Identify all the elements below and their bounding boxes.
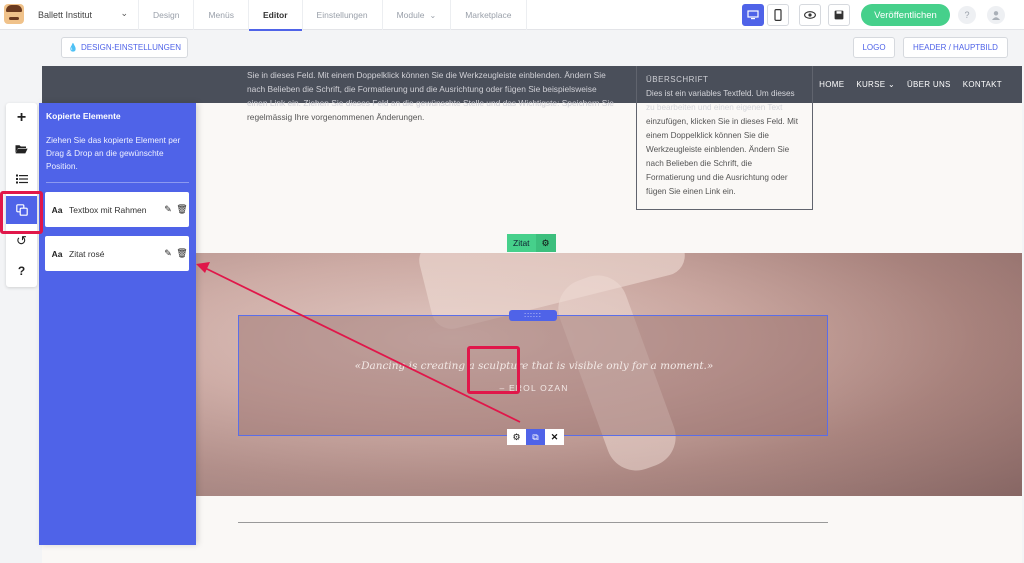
history-icon: ↺: [16, 233, 27, 248]
copied-element-item[interactable]: Aa Zitat rosé ✎ 🗑: [45, 236, 189, 271]
structure-list-button[interactable]: [6, 165, 37, 193]
divider: [238, 522, 828, 523]
panel-title: Kopierte Elemente: [46, 111, 121, 121]
user-avatar-logo[interactable]: [4, 4, 24, 24]
site-nav-kontakt[interactable]: KONTAKT: [963, 80, 1002, 89]
site-name: Ballett Institut: [38, 10, 93, 20]
box-line: nach Belieben die Schrift, die: [646, 159, 753, 168]
tab-module[interactable]: Module ⌄: [381, 0, 451, 30]
drag-handle[interactable]: ::::::: [509, 310, 557, 321]
preview-button[interactable]: [799, 4, 821, 26]
gear-icon[interactable]: ⚙: [535, 234, 556, 252]
text-line: regelmässig Ihre vorgenommenen Änderunge…: [247, 112, 425, 122]
box-line: Dies ist ein variables Textfeld. Um dies…: [646, 89, 795, 98]
element-settings-button[interactable]: ⚙: [507, 429, 526, 445]
desktop-icon: [747, 10, 759, 20]
save-icon: [834, 10, 844, 20]
quote-text: «Dancing is creating a sculpture that is…: [354, 360, 714, 372]
eye-icon: [804, 11, 816, 19]
chevron-down-icon: ⌄: [120, 8, 128, 18]
highlight-copied-elements-button: [0, 191, 43, 234]
desktop-view-button[interactable]: [742, 4, 764, 26]
tab-design[interactable]: Design: [138, 0, 193, 30]
copied-elements-panel: Kopierte Elemente Ziehen Sie das kopiert…: [39, 103, 196, 545]
design-settings-button[interactable]: 💧 DESIGN-EINSTELLUNGEN: [61, 37, 188, 58]
copied-element-name: Zitat rosé: [69, 248, 105, 259]
logo-button[interactable]: LOGO: [853, 37, 895, 58]
tab-einstellungen[interactable]: Einstellungen: [301, 0, 382, 30]
text-line: einen Link ein. Ziehen Sie dieses Feld a…: [247, 98, 614, 108]
panel-description: Ziehen Sie das kopierte Element per Drag…: [46, 135, 181, 171]
text-type-icon: Aa: [51, 204, 63, 215]
gear-icon: ⚙: [512, 431, 521, 442]
element-toolbar: ⚙ ⧉ ✕: [507, 429, 564, 445]
list-icon: [15, 174, 28, 184]
text-line: Sie in dieses Feld. Mit einem Doppelklic…: [247, 70, 606, 80]
site-nav-kurse[interactable]: KURSE ⌄: [856, 80, 895, 89]
tab-marketplace[interactable]: Marketplace: [450, 0, 527, 30]
pencil-icon[interactable]: ✎: [161, 204, 175, 215]
help-tool-button[interactable]: ?: [6, 257, 37, 285]
drop-icon: 💧: [68, 43, 78, 52]
text-block[interactable]: Sie in dieses Feld. Mit einem Doppelklic…: [247, 68, 617, 124]
box-line: zu bearbeiten und einen eigenen Text: [646, 103, 783, 112]
pencil-icon[interactable]: ✎: [161, 248, 175, 259]
box-line: fügen Sie einen Link ein.: [646, 187, 736, 196]
site-nav-home[interactable]: HOME: [819, 80, 844, 89]
quote-element[interactable]: :::::: «Dancing is creating a sculpture …: [238, 310, 828, 445]
text-line: nach Belieben die Schrift, die Formatier…: [247, 84, 597, 94]
copy-icon: ⧉: [532, 431, 539, 442]
close-icon: ✕: [550, 431, 559, 442]
mobile-icon: [774, 9, 782, 21]
publish-button[interactable]: Veröffentlichen: [861, 4, 950, 26]
save-button[interactable]: [828, 4, 850, 26]
user-icon: [992, 11, 1000, 20]
section-tag[interactable]: Zitat ⚙: [507, 234, 556, 252]
site-nav: HOME KURSE ⌄ ÜBER UNS KONTAKT: [819, 80, 1002, 89]
highlight-copy-button: [467, 346, 520, 394]
main-nav-tabs: Design Menüs Editor Einstellungen Module…: [138, 0, 527, 31]
trash-icon[interactable]: 🗑: [175, 204, 189, 215]
header-image-button[interactable]: HEADER / HAUPTBILD: [903, 37, 1008, 58]
box-line: Formatierung und die Ausrichtung oder: [646, 173, 788, 182]
textbox-with-border[interactable]: ÜBERSCHRIFT Dies ist ein variables Textf…: [636, 66, 813, 210]
mobile-view-button[interactable]: [767, 4, 789, 26]
site-selector[interactable]: Ballett Institut ⌄: [38, 0, 138, 30]
box-line: einzufügen, klicken Sie in dieses Feld. …: [646, 117, 799, 126]
chevron-down-icon: ⌄: [887, 80, 895, 89]
copied-element-item[interactable]: Aa Textbox mit Rahmen ✎ 🗑: [45, 192, 189, 227]
trash-icon[interactable]: 🗑: [175, 248, 189, 259]
open-folder-button[interactable]: [6, 135, 37, 163]
box-line: einem Doppelklick können Sie die: [646, 131, 769, 140]
divider: [46, 182, 189, 183]
site-nav-ueber-uns[interactable]: ÜBER UNS: [907, 80, 951, 89]
folder-icon: [15, 145, 28, 154]
text-type-icon: Aa: [51, 248, 63, 259]
element-delete-button[interactable]: ✕: [545, 429, 564, 445]
top-bar: Ballett Institut ⌄ Design Menüs Editor E…: [0, 0, 1024, 31]
add-element-button[interactable]: +: [6, 104, 37, 132]
box-line: Werkzeugleiste einblenden. Ändern Sie: [646, 145, 790, 154]
account-button[interactable]: [987, 6, 1005, 24]
help-button[interactable]: ?: [958, 6, 976, 24]
chevron-down-icon: ⌄: [429, 10, 437, 20]
box-heading: ÜBERSCHRIFT: [646, 75, 709, 84]
element-copy-button[interactable]: ⧉: [526, 429, 545, 445]
plus-icon: +: [16, 109, 27, 126]
quote-author: – EROL OZAN: [499, 383, 569, 393]
tab-menus[interactable]: Menüs: [193, 0, 248, 30]
tab-editor[interactable]: Editor: [247, 0, 302, 31]
copied-element-name: Textbox mit Rahmen: [69, 204, 147, 215]
help-icon: ?: [17, 264, 26, 278]
section-tag-label: Zitat: [507, 234, 536, 252]
